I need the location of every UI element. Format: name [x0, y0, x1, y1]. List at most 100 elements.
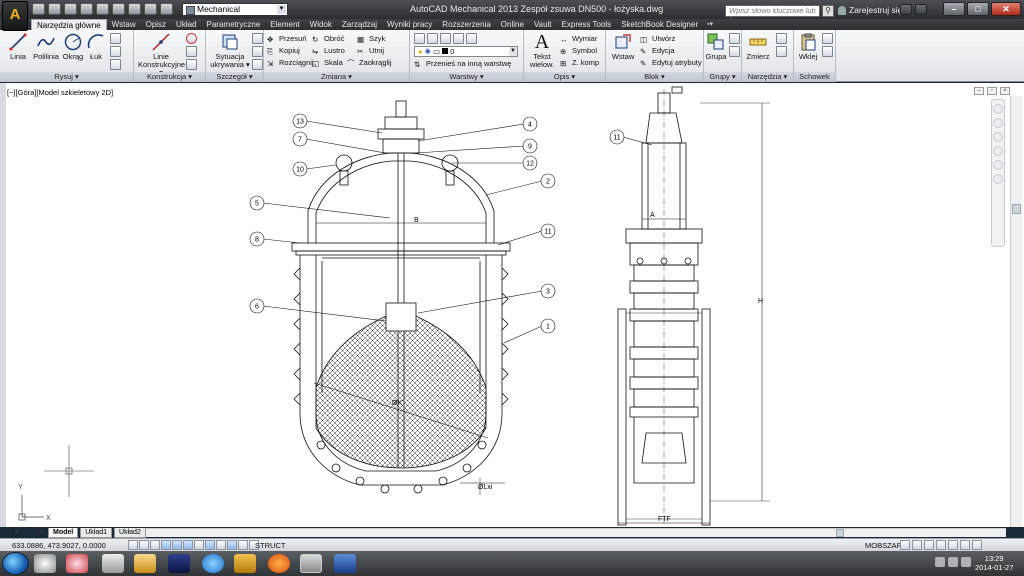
- undo-icon[interactable]: [112, 3, 125, 15]
- group-button[interactable]: Grupa: [705, 32, 727, 61]
- edit-block-button[interactable]: ✎ Edycja: [640, 45, 675, 56]
- mtext-button[interactable]: A Tekst wielow.: [526, 32, 558, 69]
- match-properties-icon[interactable]: [144, 3, 157, 15]
- cut-icon[interactable]: [822, 33, 833, 44]
- isolate-objects-icon[interactable]: [960, 540, 970, 550]
- new-file-icon[interactable]: [32, 3, 45, 15]
- mirror-button[interactable]: ⇋ Lustro: [312, 45, 345, 56]
- autocad-icon[interactable]: [234, 554, 256, 573]
- volume-icon[interactable]: [961, 557, 971, 567]
- horizontal-scrollbar[interactable]: [120, 528, 1006, 537]
- system-clock[interactable]: 13:29 2014-01-27: [975, 554, 1013, 572]
- panel-title-rysuj[interactable]: Rysuj ▾: [0, 72, 133, 82]
- panel-title-szczegol[interactable]: Szczegół ▾: [206, 72, 263, 82]
- construction-lines-button[interactable]: Linie Konstrukcyjne ▾: [138, 32, 185, 77]
- tab-element[interactable]: Element: [265, 19, 304, 30]
- zoom-icon[interactable]: [993, 132, 1003, 142]
- tab-next-arrow-icon[interactable]: ▷: [30, 528, 37, 536]
- close-button[interactable]: ✕: [991, 2, 1021, 16]
- tab-opisz[interactable]: Opisz: [141, 19, 171, 30]
- construction-tangent-icon[interactable]: [186, 46, 197, 57]
- detail-tool-icon-2[interactable]: [252, 46, 263, 57]
- insert-block-button[interactable]: Wstaw: [608, 32, 638, 61]
- panel-title-blok[interactable]: Blok ▾: [606, 72, 703, 82]
- calculator-icon[interactable]: [776, 46, 787, 57]
- array-button[interactable]: ▦ Szyk: [357, 33, 385, 44]
- tab-express-tools[interactable]: Express Tools: [557, 19, 617, 30]
- detail-tool-icon-3[interactable]: [252, 59, 263, 70]
- panel-title-opis[interactable]: Opis ▾: [524, 72, 605, 82]
- save-icon[interactable]: [64, 3, 77, 15]
- coordinate-readout[interactable]: 633.0886, 473.9027, 0.0000: [12, 541, 106, 550]
- search-icon[interactable]: ⚲: [822, 5, 834, 17]
- hatch-icon[interactable]: [110, 46, 121, 57]
- ungroup-icon[interactable]: [729, 33, 740, 44]
- line-button[interactable]: Linia: [5, 32, 31, 61]
- panel-title-warstwy[interactable]: Warstwy ▾: [410, 72, 523, 82]
- tab-narzedzia-glowne[interactable]: Narzędzia główne: [31, 19, 107, 30]
- panel-title-grupy[interactable]: Grupy ▾: [704, 72, 741, 82]
- save-as-icon[interactable]: [80, 3, 93, 15]
- model-space-toggle[interactable]: MOBSZAR: [865, 541, 902, 550]
- tab-model[interactable]: Model: [48, 528, 79, 538]
- copy-clip-icon[interactable]: [822, 46, 833, 57]
- construction-circle-icon[interactable]: [186, 33, 197, 44]
- tab-first-arrow-icon[interactable]: ◀: [12, 528, 19, 536]
- viewport-close-button[interactable]: ×: [1000, 87, 1010, 95]
- sign-in-button[interactable]: Zarejestruj się: [838, 5, 902, 15]
- tab-wyniki-pracy[interactable]: Wyniki pracy: [382, 19, 437, 30]
- stretch-button[interactable]: ⇲ Rozciągnij: [267, 57, 314, 68]
- maximize-button[interactable]: □: [967, 2, 989, 16]
- ortho-toggle[interactable]: [161, 540, 171, 550]
- application-menu-button[interactable]: A: [2, 1, 28, 31]
- search-input[interactable]: Wpisz słowo kluczowe lub frazę: [725, 5, 820, 25]
- media-app-icon[interactable]: [168, 554, 190, 573]
- tab-vault[interactable]: Vault: [529, 19, 557, 30]
- layer-dropdown[interactable]: ● ✺ ▭ 0 ▼: [414, 46, 518, 57]
- scale-button[interactable]: ◱ Skala: [312, 57, 343, 68]
- tab-uklad1[interactable]: Układ1: [80, 528, 113, 538]
- component-button[interactable]: ⊞ Z. komp: [560, 57, 599, 68]
- tab-online[interactable]: Online: [496, 19, 529, 30]
- edit-attributes-button[interactable]: ✎ Edytuj atrybuty: [640, 57, 702, 68]
- tab-parametryczne[interactable]: Parametryczne: [202, 19, 266, 30]
- workspace-dropdown[interactable]: Mechanical ▼: [182, 3, 288, 16]
- grid-toggle[interactable]: [150, 540, 160, 550]
- tray-icon-1[interactable]: [935, 557, 945, 567]
- tab-sketchbook-designer[interactable]: SketchBook Designer: [616, 19, 703, 30]
- struct-toggle[interactable]: STRUCT: [255, 541, 285, 550]
- layer-off-icon[interactable]: [466, 33, 477, 44]
- vertical-scrollbar[interactable]: [1010, 96, 1022, 527]
- snap-toggle[interactable]: [139, 540, 149, 550]
- tab-last-arrow-icon[interactable]: ▶: [39, 528, 46, 536]
- paste-button[interactable]: Wklej: [796, 32, 820, 61]
- open-file-icon[interactable]: [48, 3, 61, 15]
- navbar-settings-icon[interactable]: [993, 174, 1003, 184]
- annotation-scale-icon[interactable]: [900, 540, 910, 550]
- plot-icon[interactable]: [96, 3, 109, 15]
- panel-title-zmiana[interactable]: Zmiana ▾: [264, 72, 409, 82]
- viewport-minimize-button[interactable]: –: [974, 87, 984, 95]
- trim-button[interactable]: ✂ Utnij: [357, 45, 384, 56]
- viewport-restore-button[interactable]: ▫: [987, 87, 997, 95]
- quick-select-icon[interactable]: [776, 33, 787, 44]
- horizontal-scroll-thumb[interactable]: [836, 529, 844, 537]
- start-button[interactable]: [2, 552, 29, 575]
- layer-isolate-icon[interactable]: [440, 33, 451, 44]
- workspace-switch-icon[interactable]: [924, 540, 934, 550]
- lock-icon[interactable]: [936, 540, 946, 550]
- orbit-icon[interactable]: [993, 146, 1003, 156]
- polar-toggle[interactable]: [172, 540, 182, 550]
- folder-icon[interactable]: [134, 554, 156, 573]
- layer-freeze-icon[interactable]: [453, 33, 464, 44]
- app-icon-2[interactable]: [66, 554, 88, 573]
- pan-icon[interactable]: [993, 118, 1003, 128]
- dyn-input-toggle[interactable]: [227, 540, 237, 550]
- steering-wheel-icon[interactable]: [993, 104, 1003, 114]
- autocad-active-icon[interactable]: [300, 554, 322, 573]
- tab-rozszerzenia[interactable]: Rozszerzenia: [437, 19, 495, 30]
- circle-button[interactable]: Okrąg: [61, 32, 85, 61]
- annotation-visibility-icon[interactable]: [912, 540, 922, 550]
- minimize-button[interactable]: –: [943, 2, 965, 16]
- arc-button[interactable]: Łuk: [85, 32, 107, 61]
